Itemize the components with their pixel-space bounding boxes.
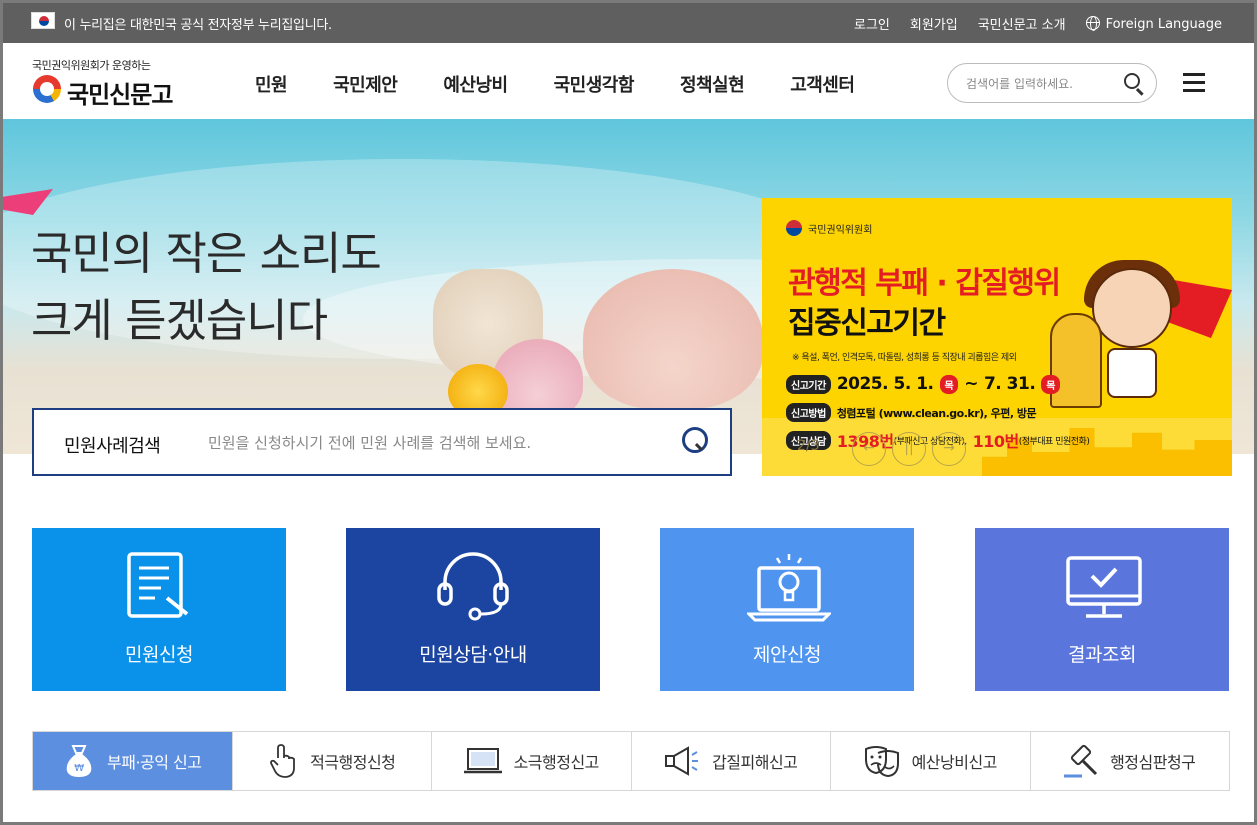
mascot-illustration (1092, 268, 1172, 348)
login-link[interactable]: 로그인 (854, 14, 890, 33)
tab-label: 적극행정신청 (310, 753, 396, 772)
quick-label: 결과조회 (1068, 644, 1136, 666)
case-search-icon[interactable] (682, 427, 708, 453)
pointer-hand-icon (270, 744, 295, 778)
consult-number-2: 110번 (972, 432, 1020, 451)
period-start-day: 목 (939, 374, 959, 394)
banner-pager: 2/3 (797, 438, 820, 454)
nav-item-civil-petition[interactable]: 민원 (255, 71, 288, 97)
case-search-input[interactable] (208, 432, 668, 454)
logo-emblem-icon (33, 75, 61, 103)
nav-item-proposal[interactable]: 국민제안 (333, 71, 398, 97)
tab-budget-waste-report[interactable]: 예산낭비신고 (831, 732, 1031, 790)
header-search (947, 63, 1157, 103)
site-header: 국민권익위원회가 운영하는 국민신문고 민원 국민제안 예산낭비 국민생각함 정… (3, 43, 1254, 119)
shell-decoration (583, 269, 763, 409)
tab-admin-appeal[interactable]: 행정심판청구 (1031, 732, 1230, 790)
tab-label: 소극행정신고 (513, 753, 600, 772)
foreign-language-link[interactable]: Foreign Language (1085, 15, 1222, 32)
gov-bar-links: 로그인 회원가입 국민신문고 소개 Foreign Language (854, 14, 1222, 33)
search-icon[interactable] (1124, 73, 1140, 89)
hero-headline-2: 크게 듣겠습니다 (31, 294, 328, 347)
monitor-check-icon (1066, 556, 1142, 618)
page-frame: 이 누리집은 대한민국 공식 전자정부 누리집입니다. 로그인 회원가입 국민신… (3, 3, 1254, 822)
gov-emblem-icon (786, 220, 802, 236)
megaphone-icon (665, 746, 699, 776)
shell-decoration (493, 339, 583, 419)
gavel-icon (1064, 744, 1098, 778)
quick-consultation[interactable]: 민원상담·안내 (346, 528, 600, 691)
nav-item-policy[interactable]: 정책실현 (680, 71, 745, 97)
laptop-icon (463, 748, 502, 774)
period-start: 2025. 5. 1. (836, 374, 934, 394)
menu-icon[interactable] (1183, 73, 1205, 92)
tab-label: 예산낭비신고 (911, 753, 998, 772)
promo-banner[interactable]: 국민권익위원회 관행적 부패 · 갑질행위 집중신고기간 ※ 욕설, 폭언, 인… (762, 198, 1232, 476)
gov-notice-bar: 이 누리집은 대한민국 공식 전자정부 누리집입니다. 로그인 회원가입 국민신… (3, 3, 1254, 43)
case-search-box: 민원사례검색 (32, 408, 732, 476)
hero-headline-1: 국민의 작은 소리도 (31, 227, 382, 280)
lightbulb-laptop-icon (747, 554, 831, 622)
tab-label: 부패·공익 신고 (107, 753, 202, 772)
quick-proposal[interactable]: 제안신청 (660, 528, 914, 691)
nav-item-budget-waste[interactable]: 예산낭비 (443, 71, 508, 97)
banner-org-name: 국민권익위원회 (808, 224, 873, 236)
tab-corruption-report[interactable]: ₩ 부패·공익 신고 (33, 732, 233, 790)
document-edit-icon (127, 552, 189, 618)
money-bag-icon: ₩ (66, 745, 92, 777)
foreign-language-label: Foreign Language (1105, 16, 1222, 32)
banner-title-1: 관행적 부패 · 갑질행위 (788, 266, 1061, 301)
quick-result-inquiry[interactable]: 결과조회 (975, 528, 1229, 691)
quick-civil-petition[interactable]: 민원신청 (32, 528, 286, 691)
masks-icon (864, 746, 899, 777)
headset-icon (437, 552, 509, 621)
svg-text:₩: ₩ (74, 763, 84, 774)
tab-proactive-admin[interactable]: 적극행정신청 (233, 732, 432, 790)
banner-title-2: 집중신고기간 (788, 306, 946, 341)
banner-prev-button[interactable]: ← (852, 432, 886, 466)
tab-passive-admin[interactable]: 소극행정신고 (432, 732, 632, 790)
tab-label: 갑질피해신고 (712, 753, 798, 772)
main-nav: 민원 국민제안 예산낭비 국민생각함 정책실현 고객센터 (255, 71, 900, 97)
gov-notice-text: 이 누리집은 대한민국 공식 전자정부 누리집입니다. (64, 18, 332, 33)
report-tabs: ₩ 부패·공익 신고 적극행정신청 소극행정신고 갑질피해신고 예산낭비신고 행… (32, 731, 1230, 791)
banner-org: 국민권익위원회 (786, 220, 872, 236)
method-text: 청렴포털 (www.clean.go.kr), 우편, 방문 (836, 406, 1037, 420)
korea-flag-icon (31, 12, 55, 29)
period-end: 7. 31. (983, 374, 1036, 394)
nav-item-customer-center[interactable]: 고객센터 (790, 71, 855, 97)
period-end-day: 목 (1041, 374, 1060, 394)
logo-text: 국민신문고 (67, 80, 173, 109)
about-link[interactable]: 국민신문고 소개 (978, 14, 1066, 33)
banner-next-button[interactable]: → (932, 432, 966, 466)
banner-note: ※ 욕설, 폭언, 인격모독, 따돌림, 성희롱 등 직장내 괴롭힘은 제외 (792, 353, 1017, 363)
tab-gapjil-report[interactable]: 갑질피해신고 (632, 732, 831, 790)
case-search-label: 민원사례검색 (64, 436, 161, 457)
quick-label: 민원상담·안내 (419, 644, 527, 666)
quick-label: 제안신청 (753, 644, 821, 666)
banner-pause-button[interactable]: || (892, 432, 926, 466)
nav-item-public-opinion[interactable]: 국민생각함 (554, 71, 635, 97)
banner-method-row: 신고방법 청렴포털 (www.clean.go.kr), 우편, 방문 (786, 403, 1037, 422)
consult-desc-2: (정부대표 민원전화) (1018, 436, 1090, 447)
period-sep: ~ (964, 374, 978, 394)
globe-icon (1085, 15, 1100, 31)
logo-subtitle: 국민권익위원회가 운영하는 (32, 59, 151, 72)
header-search-input[interactable] (966, 74, 1116, 94)
method-tag: 신고방법 (786, 403, 831, 422)
quick-label: 민원신청 (125, 644, 193, 666)
tab-label: 행정심판청구 (1110, 753, 1196, 772)
signup-link[interactable]: 회원가입 (910, 14, 958, 33)
banner-period-row: 신고기간 2025. 5. 1. 목 ~ 7. 31. 목 (786, 374, 1060, 394)
period-tag: 신고기간 (786, 374, 831, 394)
